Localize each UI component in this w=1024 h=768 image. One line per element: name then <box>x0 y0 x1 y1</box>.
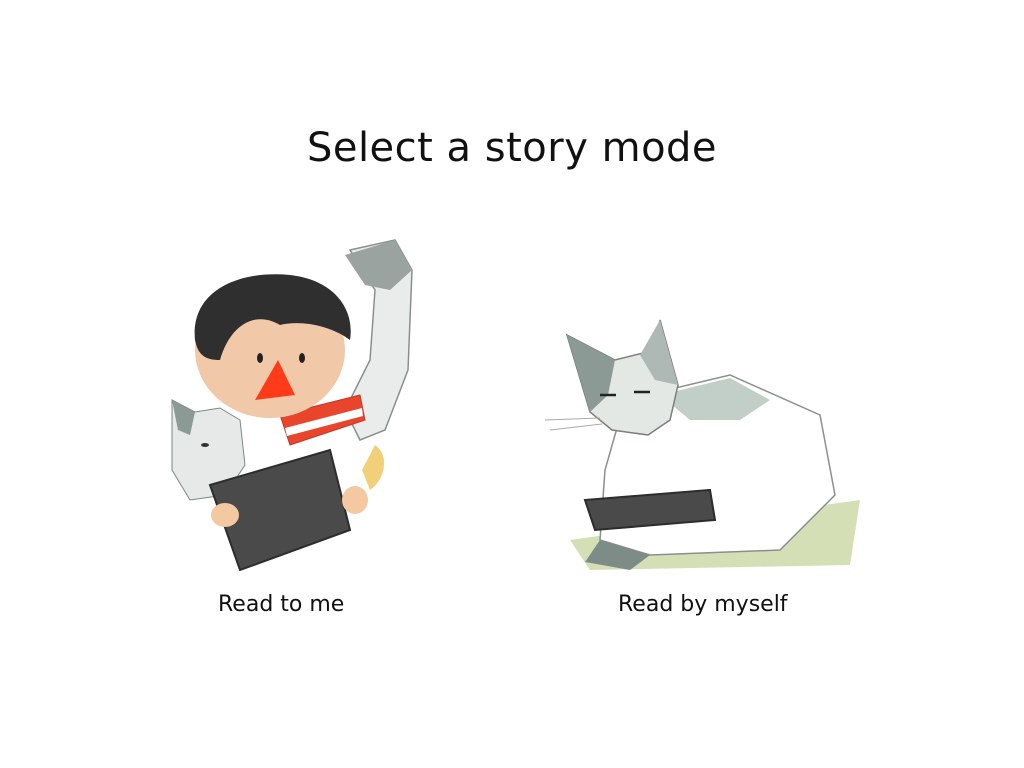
read-to-me-option[interactable]: Read to me <box>150 230 440 630</box>
cat-tablet-illustration[interactable] <box>530 300 880 575</box>
read-by-myself-label: Read by myself <box>618 592 788 617</box>
boy-cat-tablet-illustration[interactable] <box>150 230 440 575</box>
page-title: Select a story mode <box>306 124 718 171</box>
read-to-me-label: Read to me <box>218 592 345 617</box>
read-by-myself-option[interactable]: Read by myself <box>530 300 880 630</box>
